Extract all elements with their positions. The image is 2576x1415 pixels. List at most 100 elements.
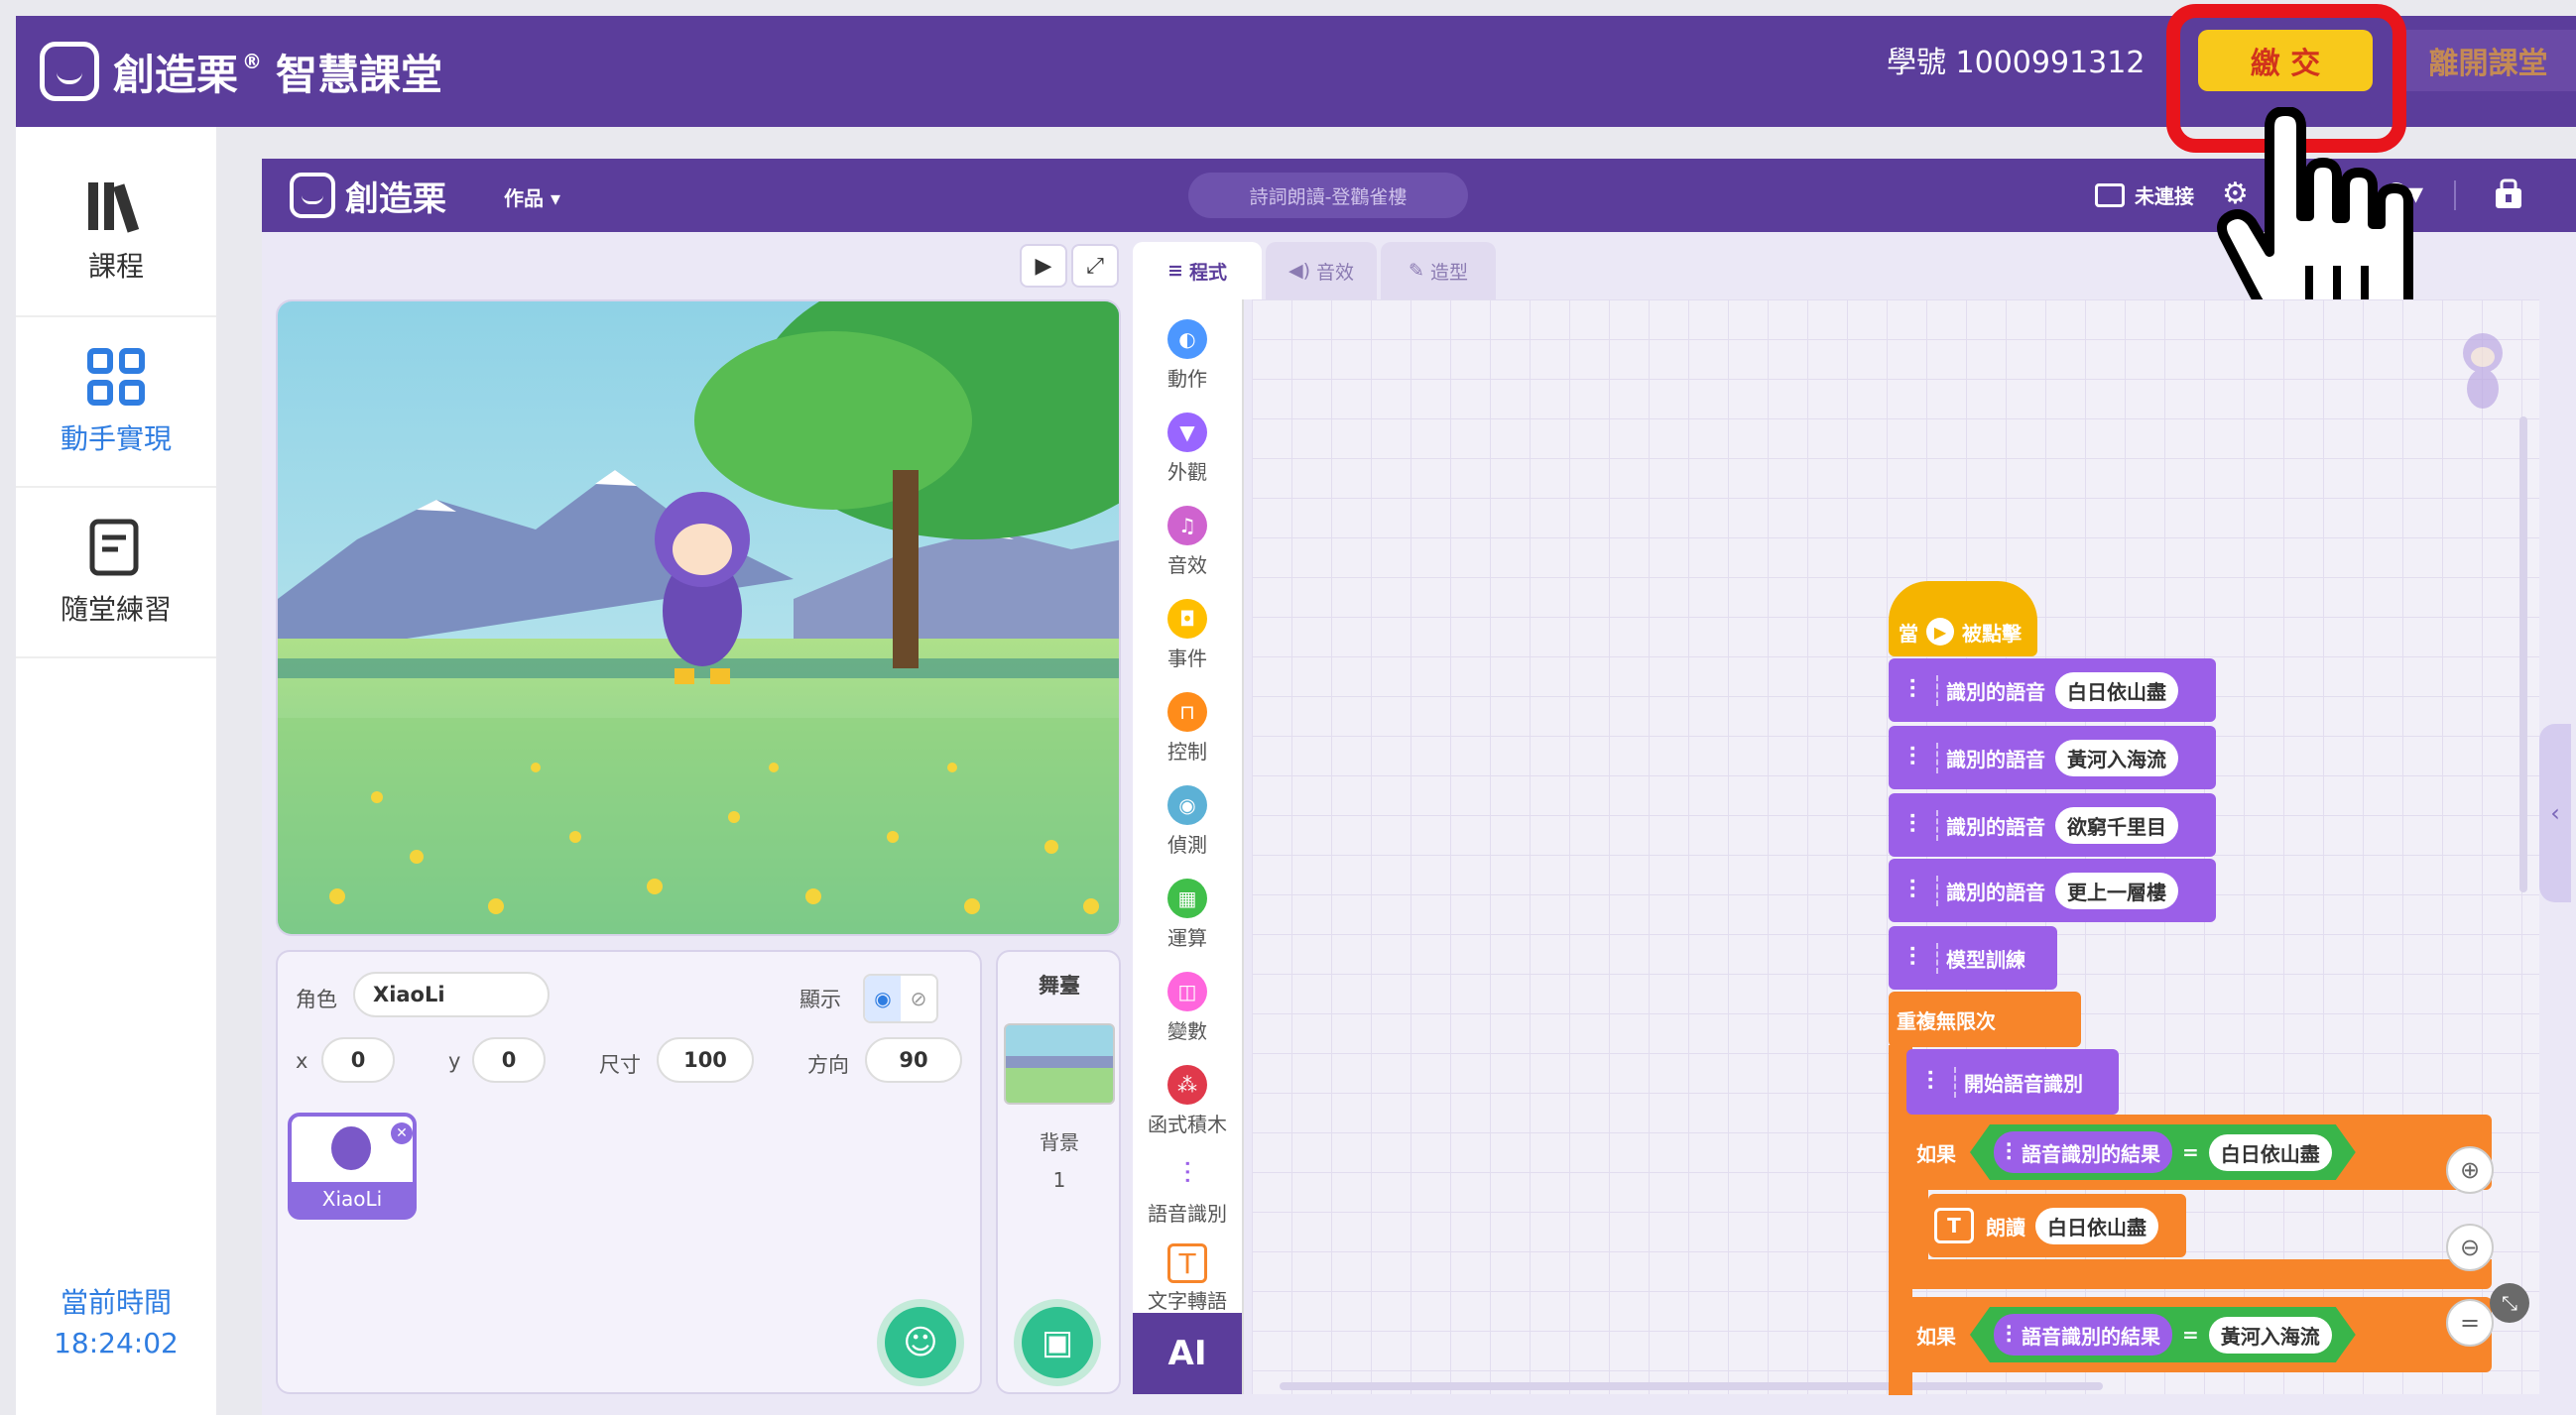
- sidebar-item-practice[interactable]: 動手實現: [16, 317, 216, 488]
- recognize-phrase-block[interactable]: ⫶ 識別的語音 更上一層樓: [1889, 859, 2216, 922]
- zoom-reset-button[interactable]: =: [2446, 1299, 2494, 1347]
- category-sensing[interactable]: ◉ 偵測: [1133, 785, 1242, 858]
- train-model-block[interactable]: ⫶ 模型訓練: [1889, 926, 2057, 990]
- hat-clicked-text: 被點擊: [1962, 621, 2022, 646]
- text-to-speech-icon: T: [1934, 1208, 1974, 1243]
- zoom-out-icon: ⊖: [2459, 1234, 2481, 1261]
- category-text-to-speech[interactable]: T 文字轉語: [1133, 1243, 1242, 1314]
- vertical-scrollbar[interactable]: [2519, 416, 2527, 892]
- works-menu-label: 作品: [504, 186, 544, 210]
- read-aloud-block[interactable]: T 朗讀 白日依山盡: [1928, 1194, 2186, 1257]
- connection-status: 未連接: [2135, 184, 2194, 208]
- sidebar-item-label: 動手實現: [60, 421, 172, 455]
- add-sprite-button[interactable]: ☺: [885, 1307, 956, 1378]
- sidebar-item-label: 隨堂練習: [60, 592, 172, 626]
- fullscreen-button[interactable]: ⤢: [1071, 244, 1119, 288]
- equals-sign: =: [2182, 1323, 2199, 1347]
- phrase-input[interactable]: 更上一層樓: [2055, 872, 2178, 909]
- tab-sound[interactable]: ◀) 音效: [1266, 242, 1377, 299]
- app-logo: 創造栗 ® 智慧課堂: [40, 38, 442, 105]
- books-icon: [86, 178, 146, 245]
- voice-icon: ⫶: [1889, 674, 1938, 706]
- hat-when-text: 當: [1899, 621, 1918, 646]
- read-text-input[interactable]: 白日依山盡: [2035, 1207, 2158, 1244]
- horizontal-scrollbar[interactable]: [1280, 1382, 2103, 1390]
- fullscreen-icon: ⤢: [1086, 253, 1104, 279]
- category-label: 函式積木: [1148, 1113, 1227, 1136]
- recognition-result-reporter[interactable]: ⫶ 語音識別的結果: [1994, 1131, 2172, 1173]
- stage-canvas[interactable]: [276, 299, 1121, 936]
- x-input[interactable]: 0: [321, 1037, 395, 1083]
- category-looks[interactable]: ▼ 外觀: [1133, 413, 1242, 485]
- recognition-result-reporter[interactable]: ⫶ 語音識別的結果: [1994, 1314, 2172, 1356]
- device-connection[interactable]: 未連接: [2095, 180, 2194, 209]
- zoom-in-button[interactable]: ⊕: [2446, 1146, 2494, 1194]
- compare-value-input[interactable]: 黃河入海流: [2209, 1317, 2332, 1354]
- visibility-label: 顯示: [799, 988, 841, 1011]
- sound-icon: ♫: [1167, 506, 1207, 545]
- reporter-label: 語音識別的結果: [2022, 1324, 2160, 1349]
- category-label: 變數: [1167, 1019, 1207, 1043]
- collapse-panel-handle[interactable]: ‹: [2539, 724, 2571, 902]
- category-operators[interactable]: ▦ 運算: [1133, 879, 1242, 951]
- sound-icon: ◀): [1288, 260, 1310, 282]
- category-voice-recognition[interactable]: ⫶ 語音識別: [1133, 1154, 1242, 1227]
- visibility-toggle[interactable]: ◉ ⊘: [863, 974, 938, 1023]
- forever-block[interactable]: 重複無限次: [1889, 992, 2081, 1047]
- compare-value-input[interactable]: 白日依山盡: [2209, 1134, 2332, 1171]
- direction-label: 方向: [807, 1053, 849, 1077]
- registered-mark: ®: [242, 50, 263, 73]
- start-recognition-block[interactable]: ⫶ 開始語音識別: [1906, 1049, 2119, 1115]
- if-block[interactable]: 如果 ⫶ 語音識別的結果 = 黃河入海流: [1906, 1297, 2492, 1372]
- if-block[interactable]: 如果 ⫶ 語音識別的結果 = 白日依山盡: [1906, 1115, 2492, 1190]
- size-input[interactable]: 100: [657, 1037, 754, 1083]
- sprite-name-input[interactable]: XiaoLi: [353, 972, 550, 1017]
- delete-sprite-icon[interactable]: ✕: [391, 1122, 413, 1144]
- expand-icon[interactable]: ⤡: [2490, 1283, 2529, 1323]
- voice-icon: ⫶: [1183, 1156, 1191, 1192]
- equals-condition[interactable]: ⫶ 語音識別的結果 = 黃河入海流: [1970, 1307, 2356, 1362]
- hide-icon[interactable]: ⊘: [901, 976, 936, 1021]
- recognize-phrase-block[interactable]: ⫶ 識別的語音 黃河入海流: [1889, 726, 2216, 789]
- y-input[interactable]: 0: [472, 1037, 546, 1083]
- equals-condition[interactable]: ⫶ 語音識別的結果 = 白日依山盡: [1970, 1124, 2356, 1180]
- backdrop-thumbnail[interactable]: [1004, 1023, 1115, 1105]
- works-menu[interactable]: 作品 ▾: [504, 182, 560, 211]
- category-label: 音效: [1167, 553, 1207, 577]
- direction-input[interactable]: 90: [865, 1037, 962, 1083]
- category-motion[interactable]: ◐ 動作: [1133, 319, 1242, 392]
- recognize-phrase-block[interactable]: ⫶ 識別的語音 欲窮千里目: [1889, 793, 2216, 857]
- voice-icon: ⫶: [1889, 942, 1938, 974]
- tab-costume[interactable]: ✎ 造型: [1381, 242, 1496, 299]
- leave-class-button[interactable]: 離開課堂: [2400, 30, 2576, 91]
- category-sound[interactable]: ♫ 音效: [1133, 506, 1242, 578]
- save-icon[interactable]: [2494, 178, 2523, 210]
- category-label: 語音識別: [1148, 1202, 1227, 1226]
- project-title[interactable]: 詩詞朗讀-登鸛雀樓: [1188, 173, 1468, 218]
- play-button[interactable]: ▶: [1020, 244, 1067, 288]
- category-events[interactable]: ◘ 事件: [1133, 599, 1242, 671]
- add-backdrop-button[interactable]: ▣: [1022, 1307, 1093, 1378]
- when-flag-clicked-block[interactable]: 當 ▶ 被點擊: [1889, 581, 2037, 656]
- recognize-phrase-block[interactable]: ⫶ 識別的語音 白日依山盡: [1889, 658, 2216, 722]
- equals-sign: =: [2182, 1140, 2199, 1164]
- chevron-left-icon: ‹: [2550, 799, 2560, 827]
- zoom-out-button[interactable]: ⊖: [2446, 1224, 2494, 1271]
- sprite-thumbnail-label: XiaoLi: [292, 1182, 413, 1216]
- ai-button[interactable]: AI: [1133, 1313, 1242, 1394]
- backdrop-count: 1: [1052, 1168, 1066, 1192]
- category-variables[interactable]: ◫ 變數: [1133, 972, 1242, 1044]
- phrase-input[interactable]: 黃河入海流: [2055, 739, 2178, 776]
- category-functions[interactable]: ⁂ 函式積木: [1133, 1065, 1242, 1137]
- block-label: 識別的語音: [1946, 747, 2045, 771]
- device-icon: [2095, 182, 2125, 207]
- category-control[interactable]: ⊓ 控制: [1133, 692, 1242, 765]
- tab-code[interactable]: ≡ 程式: [1133, 242, 1262, 299]
- phrase-input[interactable]: 白日依山盡: [2055, 671, 2178, 709]
- sidebar-item-course[interactable]: 課程: [16, 147, 216, 317]
- show-icon[interactable]: ◉: [865, 976, 901, 1021]
- stage-panel-title: 舞臺: [1039, 974, 1080, 998]
- sidebar-item-exercise[interactable]: 隨堂練習: [16, 488, 216, 658]
- phrase-input[interactable]: 欲窮千里目: [2055, 806, 2178, 844]
- sprite-thumbnail[interactable]: ✕ XiaoLi: [288, 1113, 417, 1220]
